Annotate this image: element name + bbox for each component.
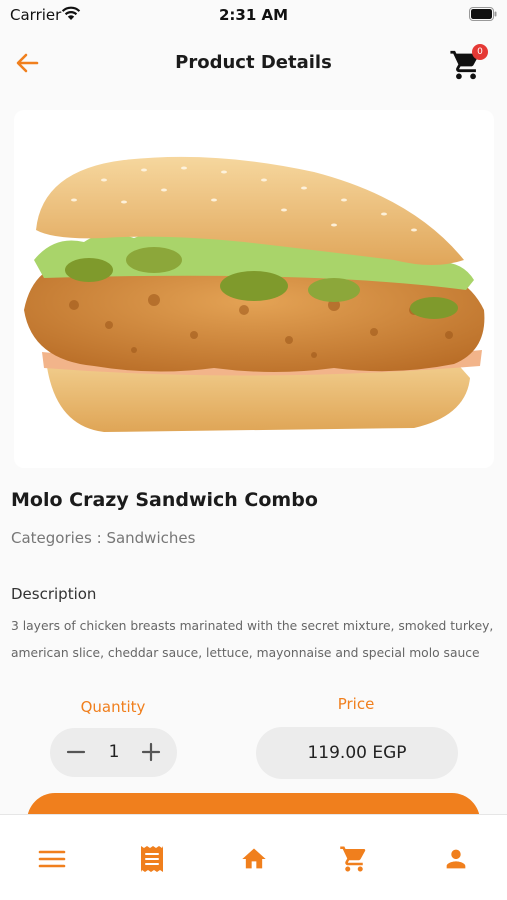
bottom-tab-bar bbox=[0, 814, 507, 900]
tab-home[interactable] bbox=[236, 842, 272, 876]
quantity-value: 1 bbox=[108, 742, 120, 762]
product-name: Molo Crazy Sandwich Combo bbox=[11, 489, 318, 511]
price-label: Price bbox=[337, 695, 375, 713]
menu-icon bbox=[38, 850, 66, 868]
description-text: 3 layers of chicken breasts marinated wi… bbox=[11, 619, 494, 660]
tab-orders[interactable] bbox=[134, 842, 170, 876]
quantity-stepper: 1 bbox=[50, 728, 177, 777]
product-category: Categories : Sandwiches bbox=[11, 529, 196, 547]
tab-profile[interactable] bbox=[438, 842, 474, 876]
status-time: 2:31 AM bbox=[218, 6, 289, 24]
decrease-quantity-button[interactable] bbox=[56, 732, 96, 772]
tab-cart[interactable] bbox=[336, 842, 372, 876]
quantity-label: Quantity bbox=[80, 698, 146, 716]
home-icon bbox=[242, 848, 266, 869]
page-title: Product Details bbox=[175, 52, 332, 73]
increase-quantity-button[interactable] bbox=[131, 732, 171, 772]
user-icon bbox=[446, 849, 466, 869]
cart-icon bbox=[340, 846, 366, 872]
battery-icon bbox=[469, 7, 497, 21]
tab-menu[interactable] bbox=[34, 842, 70, 876]
product-image-card bbox=[14, 110, 494, 468]
sandwich-photo bbox=[24, 156, 485, 432]
description-heading: Description bbox=[11, 585, 97, 603]
plus-icon bbox=[141, 742, 161, 762]
minus-icon bbox=[66, 750, 86, 754]
status-bar: Carrier 2:31 AM bbox=[0, 0, 507, 30]
cart-count-badge: 0 bbox=[472, 44, 488, 60]
nav-bar: Product Details 0 bbox=[0, 38, 507, 88]
receipt-icon bbox=[141, 846, 163, 872]
header-cart-button[interactable]: 0 bbox=[449, 42, 489, 82]
price-value: 119.00 EGP bbox=[256, 727, 458, 779]
